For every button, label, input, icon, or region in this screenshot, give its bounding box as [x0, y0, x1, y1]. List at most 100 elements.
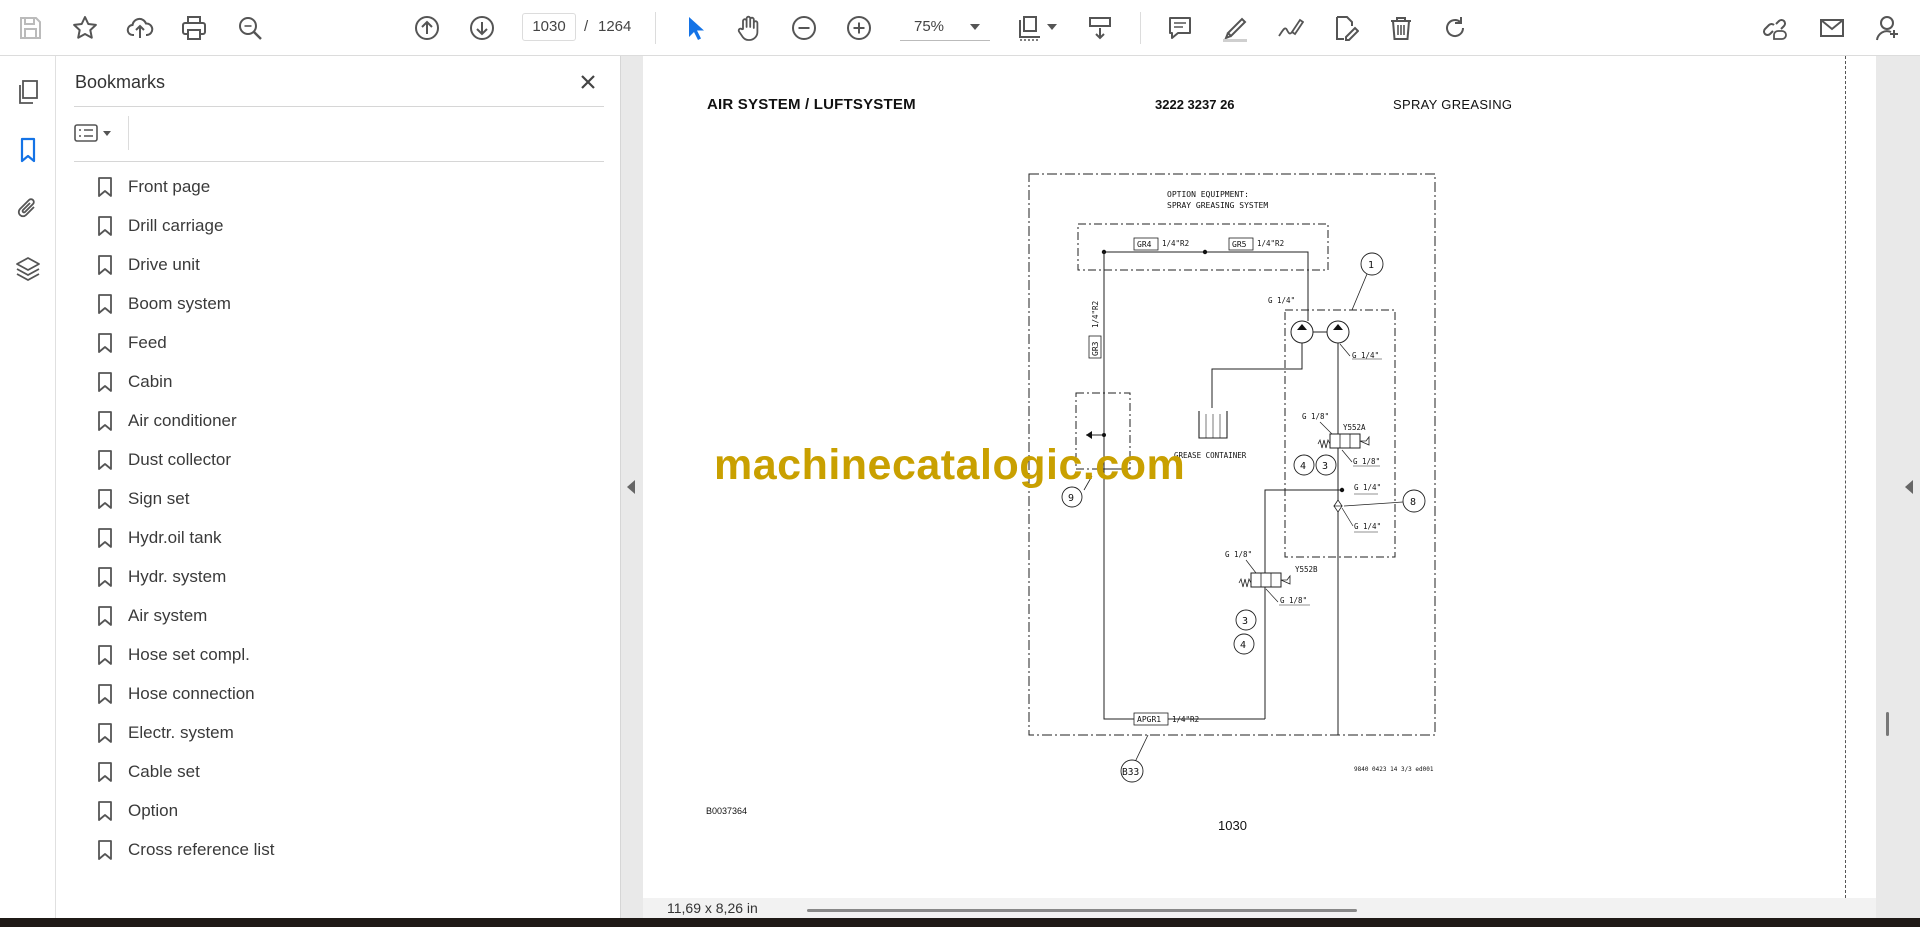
left-rail — [0, 56, 56, 918]
horizontal-scrollbar[interactable] — [807, 909, 1357, 912]
bookmark-item[interactable]: Electr. system — [96, 713, 596, 752]
save-icon[interactable] — [12, 10, 48, 46]
bookmark-panel-icon[interactable] — [12, 134, 44, 166]
bookmark-label: Hose connection — [128, 683, 255, 703]
print-icon[interactable] — [176, 10, 212, 46]
bookmark-label: Air conditioner — [128, 410, 237, 430]
port-g14: G 1/4" — [1354, 483, 1381, 492]
bookmark-item[interactable]: Cable set — [96, 752, 596, 791]
fit-chevron-icon[interactable] — [1047, 24, 1057, 30]
port-g18: G 1/8" — [1302, 412, 1329, 421]
hose-gr3: GR3 — [1091, 341, 1100, 356]
bookmark-label: Hydr.oil tank — [128, 527, 222, 547]
bookmark-options-button[interactable] — [74, 118, 120, 148]
page-number-input[interactable]: 1030 — [522, 13, 576, 41]
bookmarks-panel: Bookmarks Front page Drill carriage Driv… — [56, 56, 621, 918]
bookmark-label: Cable set — [128, 761, 200, 781]
list-options-icon — [74, 124, 98, 142]
bookmark-item[interactable]: Air conditioner — [96, 401, 596, 440]
panel-vsep — [128, 116, 129, 150]
hose-size-label: 1/4"R2 — [1162, 239, 1189, 248]
chevron-down-icon[interactable] — [970, 24, 980, 30]
zoom-search-icon[interactable] — [232, 10, 268, 46]
bookmark-icon — [98, 605, 112, 626]
email-icon[interactable] — [1814, 10, 1850, 46]
callout-3: 3 — [1242, 616, 1248, 627]
bookmark-item[interactable]: Feed — [96, 323, 596, 362]
layers-icon[interactable] — [12, 252, 44, 284]
expand-right-panel-icon[interactable] — [1905, 480, 1913, 494]
bookmark-item[interactable]: Hydr.oil tank — [96, 518, 596, 557]
bookmark-item[interactable]: Hose set compl. — [96, 635, 596, 674]
bookmark-item[interactable]: Drill carriage — [96, 206, 596, 245]
add-user-icon[interactable] — [1870, 10, 1906, 46]
bookmark-item[interactable]: Boom system — [96, 284, 596, 323]
bookmark-item[interactable]: Sign set — [96, 479, 596, 518]
bookmark-icon — [98, 215, 112, 236]
vertical-scrollbar[interactable] — [1886, 712, 1889, 736]
bookmark-label: Cabin — [128, 371, 173, 391]
bookmark-item[interactable]: Option — [96, 791, 596, 830]
bookmark-item[interactable]: Front page — [96, 167, 596, 206]
callout-8: 8 — [1410, 497, 1416, 508]
port-g18: G 1/8" — [1353, 457, 1380, 466]
upload-cloud-icon[interactable] — [122, 10, 158, 46]
bookmark-item[interactable]: Cross reference list — [96, 830, 596, 869]
trash-icon[interactable] — [1383, 10, 1419, 46]
fit-page-icon[interactable] — [1012, 10, 1048, 46]
hand-tool-icon[interactable] — [731, 10, 767, 46]
bookmark-item[interactable]: Drive unit — [96, 245, 596, 284]
bookmark-icon — [98, 488, 112, 509]
star-icon[interactable] — [67, 10, 103, 46]
close-icon[interactable] — [574, 68, 602, 96]
valve-y552b-label: Y552B — [1295, 565, 1318, 574]
bookmark-icon — [98, 644, 112, 665]
total-pages: 1264 — [598, 18, 632, 35]
note-line-2: SPRAY GREASING SYSTEM — [1167, 201, 1268, 210]
previous-page-icon[interactable] — [409, 10, 445, 46]
edit-document-icon[interactable] — [1327, 10, 1363, 46]
bookmark-item[interactable]: Dust collector — [96, 440, 596, 479]
port-g14: G 1/4" — [1268, 296, 1295, 305]
bookmark-item[interactable]: Hose connection — [96, 674, 596, 713]
bookmark-label: Front page — [128, 176, 211, 196]
bookmark-label: Option — [128, 800, 179, 820]
next-page-icon[interactable] — [464, 10, 500, 46]
toolbar: 1030 / 1264 75% — [0, 0, 1920, 56]
bookmark-item[interactable]: Cabin — [96, 362, 596, 401]
bookmark-icon — [98, 839, 112, 860]
bookmark-item[interactable]: Hydr. system — [96, 557, 596, 596]
panel-divider — [74, 161, 604, 162]
bookmark-icon — [98, 683, 112, 704]
hose-apgr1: APGR1 — [1137, 715, 1161, 724]
bookmark-icon — [98, 254, 112, 275]
bookmark-list: Front page Drill carriage Drive unit Boo… — [96, 167, 596, 869]
highlight-pen-icon[interactable] — [1217, 10, 1253, 46]
zoom-in-icon[interactable] — [841, 10, 877, 46]
port-g18: G 1/8" — [1280, 596, 1307, 605]
callout-1: 1 — [1368, 260, 1374, 271]
attachment-icon[interactable] — [12, 192, 44, 224]
select-cursor-icon[interactable] — [677, 10, 713, 46]
bookmark-icon — [98, 566, 112, 587]
bookmark-icon — [98, 800, 112, 821]
bookmark-label: Cross reference list — [128, 839, 275, 859]
bookmark-label: Boom system — [128, 293, 231, 313]
bookmark-label: Drill carriage — [128, 215, 224, 235]
pages-thumbnails-icon[interactable] — [12, 76, 44, 108]
rotate-icon[interactable] — [1437, 10, 1473, 46]
callout-4: 4 — [1300, 461, 1306, 472]
collapse-left-panel-icon[interactable] — [627, 480, 635, 494]
sign-icon[interactable] — [1272, 10, 1308, 46]
part-number: 3222 3237 26 — [1155, 97, 1235, 112]
port-g14: G 1/4" — [1352, 351, 1379, 360]
share-link-icon[interactable] — [1758, 10, 1794, 46]
comment-icon[interactable] — [1162, 10, 1198, 46]
bookmark-label: Dust collector — [128, 449, 231, 469]
callout-3: 3 — [1322, 461, 1328, 472]
bookmark-item[interactable]: Air system — [96, 596, 596, 635]
scroll-mode-icon[interactable] — [1082, 10, 1118, 46]
zoom-out-icon[interactable] — [786, 10, 822, 46]
callout-4: 4 — [1240, 640, 1246, 651]
bookmark-icon — [98, 176, 112, 197]
